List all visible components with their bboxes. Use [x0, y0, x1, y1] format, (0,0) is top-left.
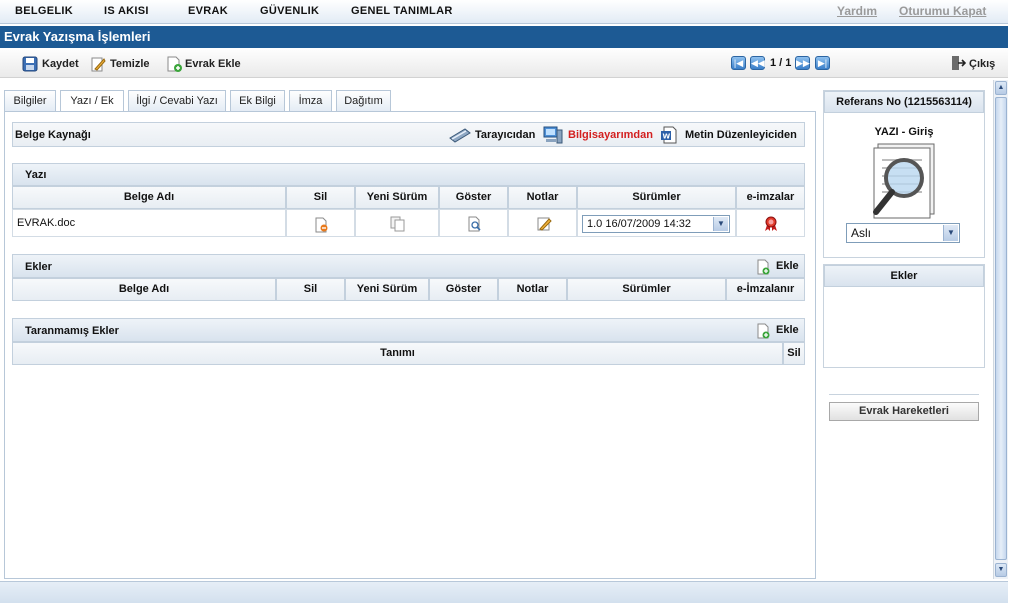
divider [829, 394, 979, 396]
preview-icon[interactable] [467, 216, 483, 233]
tab-yazi-ek[interactable]: Yazı / Ek [60, 90, 124, 112]
add-unscanned-icon [757, 323, 770, 339]
ekler-section-header: Ekler [12, 254, 805, 278]
ekler-col-e-imzalanir: e-İmzalanır [726, 278, 805, 301]
add-document-icon [167, 56, 182, 72]
exit-button[interactable]: Çıkış [969, 58, 995, 70]
yazi-col-notlar: Notlar [508, 186, 577, 209]
tab-dagitim[interactable]: Dağıtım [336, 90, 391, 111]
scanner-icon [449, 128, 471, 143]
vertical-scrollbar[interactable]: ▲ ▼ [993, 80, 1008, 579]
delete-cell [286, 209, 355, 237]
ekler-col-goster: Göster [429, 278, 498, 301]
logout-link[interactable]: Oturumu Kapat [899, 4, 986, 18]
document-type-label: YAZI - Giriş [874, 126, 934, 138]
scroll-thumb[interactable] [995, 97, 1007, 560]
versions-cell: 1.0 16/07/2009 14:32 ▼ [577, 209, 736, 237]
copy-type-select[interactable]: Aslı ▼ [846, 223, 960, 243]
clear-button[interactable]: Temizle [110, 58, 150, 70]
menu-genel-tanimlar[interactable]: GENEL TANIMLAR [351, 5, 453, 17]
unscanned-section-header: Taranmamış Ekler [12, 318, 805, 342]
yazi-col-belge-adi: Belge Adı [12, 186, 286, 209]
document-source-label: Belge Kaynağı [15, 129, 91, 141]
chevron-down-icon: ▼ [943, 225, 958, 241]
yazi-col-goster: Göster [439, 186, 508, 209]
first-page-button[interactable]: |◀ [731, 56, 746, 70]
yazi-section-header: Yazı [12, 163, 805, 186]
ekler-section-title: Ekler [25, 261, 52, 273]
yazi-col-yeni-surum: Yeni Sürüm [355, 186, 439, 209]
help-link[interactable]: Yardım [837, 4, 877, 18]
delete-icon[interactable] [314, 217, 329, 233]
copy-type-value: Aslı [851, 226, 872, 240]
scanner-source-link[interactable]: Tarayıcıdan [475, 129, 535, 141]
exit-icon [952, 56, 966, 70]
ekler-col-notlar: Notlar [498, 278, 567, 301]
notes-cell [508, 209, 577, 237]
new-version-icon[interactable] [390, 216, 406, 232]
ekler-col-yeni-surum: Yeni Sürüm [345, 278, 429, 301]
document-history-button[interactable]: Evrak Hareketleri [829, 402, 979, 421]
ekler-col-belge-adi: Belge Adı [12, 278, 276, 301]
svg-text:W: W [663, 133, 671, 141]
menu-belgelik[interactable]: BELGELIK [15, 5, 73, 17]
yazi-section-title: Yazı [25, 169, 47, 181]
save-button[interactable]: Kaydet [42, 58, 79, 70]
version-select[interactable]: 1.0 16/07/2009 14:32 ▼ [582, 215, 730, 233]
page-title: Evrak Yazışma İşlemleri [0, 26, 1008, 48]
yazi-col-sil: Sil [286, 186, 355, 209]
toolbar [0, 50, 1008, 78]
word-editor-icon: W [661, 126, 677, 144]
yazi-col-e-imzalar: e-imzalar [736, 186, 805, 209]
show-cell [439, 209, 508, 237]
clear-icon [91, 57, 106, 72]
next-page-button[interactable]: ▶▶ [795, 56, 810, 70]
e-signature-icon[interactable] [763, 216, 779, 232]
page-indicator: 1 / 1 [770, 57, 792, 69]
prev-page-button[interactable]: ◀◀ [750, 56, 765, 70]
scroll-up-icon[interactable]: ▲ [995, 81, 1007, 95]
add-document-button[interactable]: Evrak Ekle [185, 58, 241, 70]
unscanned-col-sil: Sil [783, 342, 805, 365]
tab-ek-bilgi[interactable]: Ek Bilgi [230, 90, 285, 111]
version-select-value: 1.0 16/07/2009 14:32 [587, 218, 691, 230]
table-row: EVRAK.doc [12, 209, 286, 237]
yazi-col-surumler: Sürümler [577, 186, 736, 209]
document-search-icon [873, 143, 935, 219]
e-signature-cell [736, 209, 805, 237]
ekler-col-sil: Sil [276, 278, 345, 301]
tab-ilgi-cevabi-yazi[interactable]: İlgi / Cevabi Yazı [128, 90, 226, 111]
menu-evrak[interactable]: EVRAK [188, 5, 228, 17]
status-bar [0, 581, 1008, 603]
chevron-down-icon: ▼ [713, 217, 728, 231]
editor-source-link[interactable]: Metin Düzenleyiciden [685, 129, 797, 141]
document-name: EVRAK.doc [17, 217, 76, 229]
menu-guvenlik[interactable]: GÜVENLIK [260, 5, 319, 17]
add-attachment-icon [757, 259, 770, 275]
notes-icon[interactable] [536, 216, 552, 232]
top-menu-bar: BELGELIK IS AKISI EVRAK GÜVENLIK GENEL T… [0, 0, 1008, 24]
unscanned-col-tanimi: Tanımı [12, 342, 783, 365]
menu-is-akisi[interactable]: IS AKISI [104, 5, 149, 17]
reference-number: Referans No (1215563114) [824, 91, 984, 113]
add-attachment-button[interactable]: Ekle [776, 260, 799, 272]
ekler-col-surumler: Sürümler [567, 278, 726, 301]
last-page-button[interactable]: ▶| [815, 56, 830, 70]
scroll-down-icon[interactable]: ▼ [995, 563, 1007, 577]
new-version-cell [355, 209, 439, 237]
computer-icon [543, 126, 563, 144]
save-icon [22, 56, 38, 72]
tab-imza[interactable]: İmza [289, 90, 332, 111]
unscanned-section-title: Taranmamış Ekler [25, 325, 119, 337]
tab-bilgiler[interactable]: Bilgiler [4, 90, 56, 111]
attachments-panel-title: Ekler [824, 265, 984, 287]
computer-source-link[interactable]: Bilgisayarımdan [568, 129, 653, 141]
add-unscanned-button[interactable]: Ekle [776, 324, 799, 336]
